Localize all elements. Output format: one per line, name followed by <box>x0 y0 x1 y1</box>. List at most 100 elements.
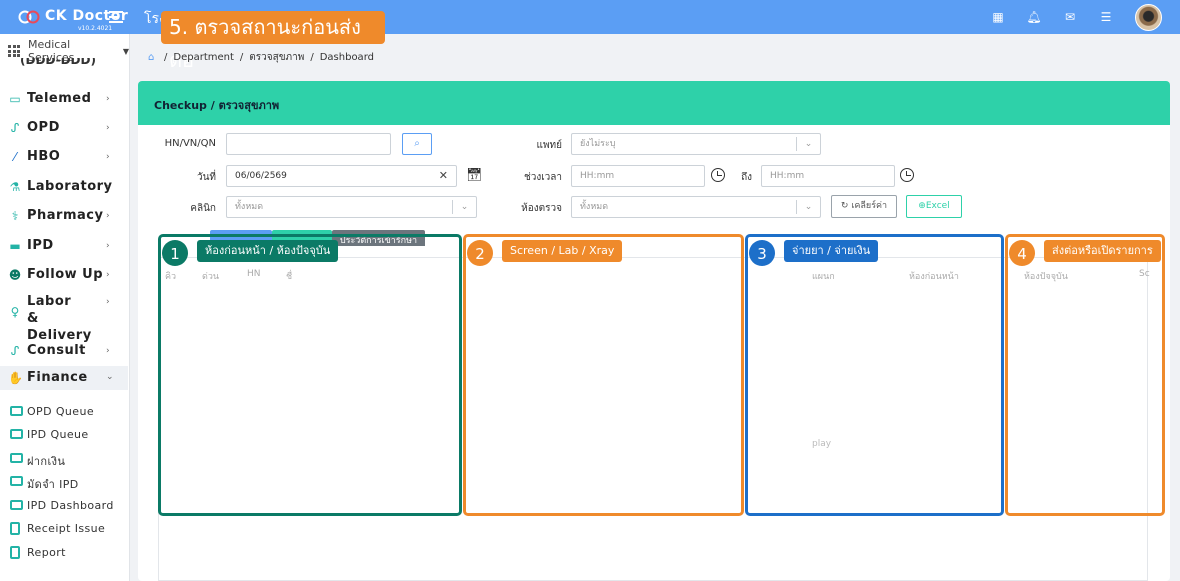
syringe-icon: ⁄ <box>13 150 16 164</box>
stethoscope-icon: ᔑ <box>10 121 20 135</box>
page-title: Checkup / ตรวจสุขภาพ <box>154 99 280 112</box>
sidebar: Medical Services ▼ (DDD-DDD) ▭ Telemed ›… <box>0 34 130 581</box>
user-check-icon: ☻ <box>8 268 22 282</box>
video-icon: ▭ <box>9 92 21 106</box>
clear-icon[interactable]: ✕ <box>439 166 448 186</box>
bell-icon[interactable]: 🔔︎ <box>1026 10 1042 24</box>
tasks-icon[interactable]: ☰ <box>1098 10 1114 24</box>
sidebar-item-opd[interactable]: ᔑ OPD › <box>0 117 128 139</box>
zone-3-label: จ่ายยา / จ่ายเงิน <box>784 240 879 262</box>
receipt-icon <box>10 522 20 535</box>
hn-input[interactable] <box>226 133 391 155</box>
search-button[interactable]: ⌕ <box>402 133 432 155</box>
finance-sub-receipt-issue[interactable]: Receipt Issue <box>0 519 128 539</box>
cash-icon <box>10 453 23 463</box>
clock-icon[interactable] <box>900 168 914 182</box>
card-header: Checkup / ตรวจสุขภาพ <box>138 81 1170 125</box>
sidebar-item-consult[interactable]: ᔑ Consult › <box>0 340 128 362</box>
zone-4-label: ส่งต่อหรือเปิดรายการ <box>1044 240 1161 262</box>
reset-button[interactable]: ↻ เคลียร์ค่า <box>831 195 897 218</box>
doctor-select[interactable]: ยังไม่ระบุ ⌄ <box>571 133 821 155</box>
caret-down-icon: ▼ <box>122 46 129 56</box>
chevron-right-icon: › <box>106 152 110 162</box>
chevron-right-icon: › <box>106 297 110 307</box>
breadcrumb-checkup[interactable]: ตรวจสุขภาพ <box>249 50 304 65</box>
finance-sub-opd-queue[interactable]: OPD Queue <box>0 402 128 422</box>
zone-2-label: Screen / Lab / Xray <box>502 240 623 262</box>
sidebar-item-finance[interactable]: ✋ Finance ⌄ <box>0 366 128 390</box>
chevron-down-icon: ⌄ <box>796 200 820 214</box>
finance-sub-deposit[interactable]: ฝากเงิน <box>0 449 128 469</box>
pill-icon: ⚕ <box>11 209 19 223</box>
mail-icon[interactable]: ✉ <box>1062 10 1078 24</box>
excel-export-button[interactable]: ⊕Excel <box>906 195 962 218</box>
app-version: v10.2.4021 <box>78 25 113 32</box>
grid-icon <box>8 45 20 57</box>
sidebar-item-follow-up[interactable]: ☻ Follow Up › <box>0 264 128 286</box>
zone-3-box <box>745 234 1004 516</box>
step-5-annotation: 5. ตรวจสถานะก่อนส่งต่อ <box>161 11 385 72</box>
date-label: วันที่ <box>196 172 216 183</box>
cash-icon <box>10 476 23 486</box>
time-to-label: ถึง <box>741 172 752 183</box>
calendar-icon[interactable]: 📅︎ <box>466 168 483 184</box>
finance-sub-ipd-queue[interactable]: IPD Queue <box>0 425 128 445</box>
doctor-label: แพทย์ <box>536 140 563 151</box>
cash-icon <box>10 500 23 510</box>
document-icon <box>10 546 20 559</box>
chevron-down-icon: ⌄ <box>106 372 114 382</box>
plus-circle-icon: ⊕ <box>918 201 926 211</box>
chevron-right-icon: › <box>106 182 110 192</box>
chevron-right-icon: › <box>106 94 110 104</box>
exam-room-label: ห้องตรวจ <box>521 203 562 214</box>
zone-3-number: 3 <box>749 240 775 266</box>
zone-2-number: 2 <box>467 240 493 266</box>
sidebar-item-pharmacy[interactable]: ⚕ Pharmacy › <box>0 205 128 227</box>
exam-room-select[interactable]: ทั้งหมด ⌄ <box>571 196 821 218</box>
chevron-down-icon: ⌄ <box>796 137 820 151</box>
cash-icon <box>10 429 23 439</box>
sidebar-item-ipd[interactable]: ▬ IPD › <box>0 235 128 257</box>
breadcrumb-dashboard: Dashboard <box>319 52 374 63</box>
stethoscope-icon: ᔑ <box>10 344 20 358</box>
chevron-right-icon: › <box>106 211 110 221</box>
zone-1-number: 1 <box>162 240 188 266</box>
time-to-input[interactable]: HH:mm <box>761 165 895 187</box>
sidebar-item-hbo[interactable]: ⁄ HBO › <box>0 146 128 168</box>
breadcrumb: ⌂ / Department / ตรวจสุขภาพ / Dashboard <box>148 50 374 65</box>
flask-icon: ⚗ <box>9 180 21 194</box>
zone-4-number: 4 <box>1009 240 1035 266</box>
chevron-right-icon: › <box>106 241 110 251</box>
search-icon: ⌕ <box>414 138 420 149</box>
cash-icon <box>10 406 23 416</box>
zone-1-box <box>158 234 462 516</box>
sidebar-item-labor-delivery[interactable]: ♀ Labor & Delivery › <box>0 293 128 343</box>
sidebar-partial-item: (DDD-DDD) <box>20 58 96 67</box>
menu-toggle-icon[interactable] <box>109 11 123 23</box>
finance-sub-ipd-deposit[interactable]: มัดจำ IPD <box>0 472 128 492</box>
refresh-icon: ↻ <box>840 201 849 211</box>
clock-icon[interactable] <box>711 168 725 182</box>
breadcrumb-department[interactable]: Department <box>173 52 234 63</box>
time-range-label: ช่วงเวลา <box>523 172 562 183</box>
date-input[interactable]: 06/06/2569 ✕ <box>226 165 457 187</box>
finance-sub-report[interactable]: Report <box>0 543 128 563</box>
chevron-down-icon: ⌄ <box>452 200 476 214</box>
clinic-label: คลินิก <box>190 203 216 214</box>
chevron-right-icon: › <box>106 346 110 356</box>
zone-2-box <box>463 234 744 516</box>
finance-sub-ipd-dashboard[interactable]: IPD Dashboard <box>0 496 128 516</box>
chevron-right-icon: › <box>106 270 110 280</box>
chevron-right-icon: › <box>106 123 110 133</box>
sidebar-item-laboratory[interactable]: ⚗ Laboratory › <box>0 176 128 198</box>
zone-4-box <box>1005 234 1165 516</box>
sidebar-item-telemed[interactable]: ▭ Telemed › <box>0 88 128 110</box>
time-from-input[interactable]: HH:mm <box>571 165 705 187</box>
apps-grid-icon[interactable]: ▦ <box>990 10 1006 24</box>
home-icon[interactable]: ⌂ <box>148 52 158 63</box>
app-logo-icon <box>18 10 40 24</box>
user-avatar[interactable] <box>1135 4 1162 31</box>
hand-money-icon: ✋ <box>8 371 23 385</box>
zone-1-label: ห้องก่อนหน้า / ห้องปัจจุบัน <box>197 240 339 262</box>
clinic-select[interactable]: ทั้งหมด ⌄ <box>226 196 477 218</box>
